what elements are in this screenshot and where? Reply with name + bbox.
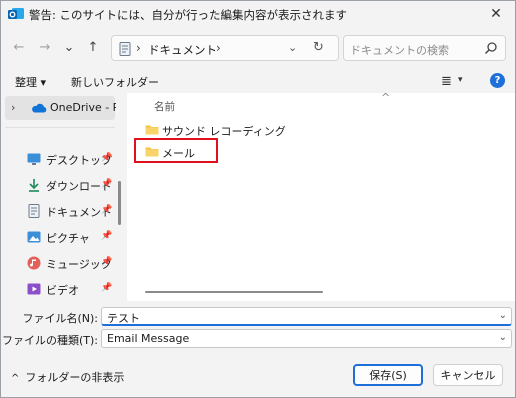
up-arrow-icon: ↑ <box>87 39 99 55</box>
address-dropdown-icon[interactable]: ⌄ <box>288 41 297 54</box>
pin-icon: 📌 <box>101 153 113 163</box>
filetype-select[interactable]: Email Message ⌄ <box>101 329 512 348</box>
horizontal-scrollbar[interactable] <box>145 291 323 293</box>
breadcrumb-separator-icon: › <box>136 41 141 55</box>
filetype-value: Email Message <box>107 332 190 345</box>
navigation-pane: › OneDrive - Perso デスクトップ 📌 ダウンロード 📌 <box>1 93 127 301</box>
close-button[interactable]: ✕ <box>481 3 511 25</box>
save-fields: ファイル名(N): テスト ⌄ ファイルの種類(T): Email Messag… <box>1 301 515 351</box>
music-icon <box>27 256 41 270</box>
navigation-pane-scrollbar[interactable] <box>118 181 121 225</box>
pin-icon: 📌 <box>101 205 113 215</box>
hide-folders-button[interactable]: ^ フォルダーの非表示 <box>11 369 124 385</box>
sort-ascending-icon: ^ <box>381 91 391 104</box>
sidebar-item-label: ビデオ <box>46 284 79 297</box>
up-button[interactable]: ↑ <box>83 37 103 57</box>
sidebar-item-documents[interactable]: ドキュメント 📌 <box>5 200 115 222</box>
sidebar-item-desktop[interactable]: デスクトップ 📌 <box>5 148 115 170</box>
view-dropdown-icon[interactable]: ▾ <box>458 75 463 85</box>
download-icon <box>29 179 39 192</box>
sidebar-item-videos[interactable]: ビデオ 📌 <box>5 278 115 300</box>
title-bar: 警告: このサイトには、自分が行った編集内容が表示されます ✕ <box>1 1 515 27</box>
forward-arrow-icon: → <box>39 39 51 55</box>
sidebar-item-pictures[interactable]: ピクチャ 📌 <box>5 226 115 248</box>
annotation-highlight <box>134 138 218 163</box>
help-icon[interactable]: ? <box>490 73 505 88</box>
outlook-app-icon <box>8 8 24 19</box>
breadcrumb-documents[interactable]: ドキュメント <box>148 42 217 58</box>
dialog-footer: ^ フォルダーの非表示 保存(S) キャンセル <box>1 351 515 397</box>
sidebar-item-label: ピクチャ <box>46 232 90 245</box>
pictures-icon <box>27 231 41 243</box>
search-placeholder: ドキュメントの検索 <box>350 44 449 57</box>
new-folder-button[interactable]: 新しいフォルダー <box>71 74 159 90</box>
pin-icon: 📌 <box>101 231 113 241</box>
expand-chevron-icon[interactable]: › <box>11 101 15 114</box>
filename-value: テスト <box>107 312 140 325</box>
pin-icon: 📌 <box>101 257 113 267</box>
column-header-name[interactable]: 名前 <box>154 99 175 114</box>
chevron-down-icon[interactable]: ⌄ <box>499 332 507 343</box>
folder-name: サウンド レコーディング <box>162 125 286 138</box>
chevron-down-icon[interactable]: ⌄ <box>499 310 507 321</box>
sidebar-item-label: OneDrive - Perso <box>50 101 116 114</box>
pin-icon: 📌 <box>101 283 113 293</box>
chevron-down-icon: ⌄ <box>63 39 75 55</box>
documents-icon <box>119 42 131 56</box>
search-icon[interactable] <box>484 41 498 55</box>
close-icon: ✕ <box>490 6 502 22</box>
back-arrow-icon: ← <box>13 39 25 55</box>
address-bar[interactable]: › ドキュメント › ⌄ ↻ <box>111 35 339 61</box>
forward-button[interactable]: → <box>35 37 55 57</box>
desktop-icon <box>27 153 41 165</box>
filename-label: ファイル名(N): <box>22 312 98 325</box>
filetype-label: ファイルの種類(T): <box>1 334 98 347</box>
search-box[interactable]: ドキュメントの検索 <box>343 35 506 61</box>
folder-icon <box>145 125 159 135</box>
save-button[interactable]: 保存(S) <box>353 364 423 386</box>
documents-icon <box>28 204 40 218</box>
organize-menu-button[interactable]: 整理 ▾ <box>15 74 46 90</box>
breadcrumb-separator-icon[interactable]: › <box>216 41 221 55</box>
sidebar-item-music[interactable]: ミュージック 📌 <box>5 252 115 274</box>
sidebar-item-downloads[interactable]: ダウンロード 📌 <box>5 174 115 196</box>
filename-field[interactable]: テスト ⌄ <box>101 307 512 326</box>
sidebar-item-onedrive[interactable]: › OneDrive - Perso <box>5 96 116 120</box>
hide-folders-label: フォルダーの非表示 <box>25 371 125 384</box>
save-as-dialog: 警告: このサイトには、自分が行った編集内容が表示されます ✕ ← → ⌄ ↑ … <box>0 0 516 398</box>
videos-icon <box>27 283 41 295</box>
navigation-bar: ← → ⌄ ↑ › ドキュメント › ⌄ ↻ ドキュメントの検索 <box>1 31 515 65</box>
view-options-icon[interactable]: ≣ <box>441 74 452 89</box>
pin-icon: 📌 <box>101 179 113 189</box>
window-title: 警告: このサイトには、自分が行った編集内容が表示されます <box>29 8 348 22</box>
cancel-button[interactable]: キャンセル <box>433 364 503 386</box>
refresh-icon[interactable]: ↻ <box>313 40 324 55</box>
file-list: ^ 名前 サウンド レコーディング メール <box>127 91 515 301</box>
chevron-up-icon: ^ <box>11 373 20 384</box>
command-bar: 整理 ▾ 新しいフォルダー ≣ ▾ ? <box>1 69 515 93</box>
recent-locations-button[interactable]: ⌄ <box>59 37 79 57</box>
back-button[interactable]: ← <box>9 37 29 57</box>
divider <box>5 127 115 128</box>
cloud-icon <box>32 103 47 113</box>
